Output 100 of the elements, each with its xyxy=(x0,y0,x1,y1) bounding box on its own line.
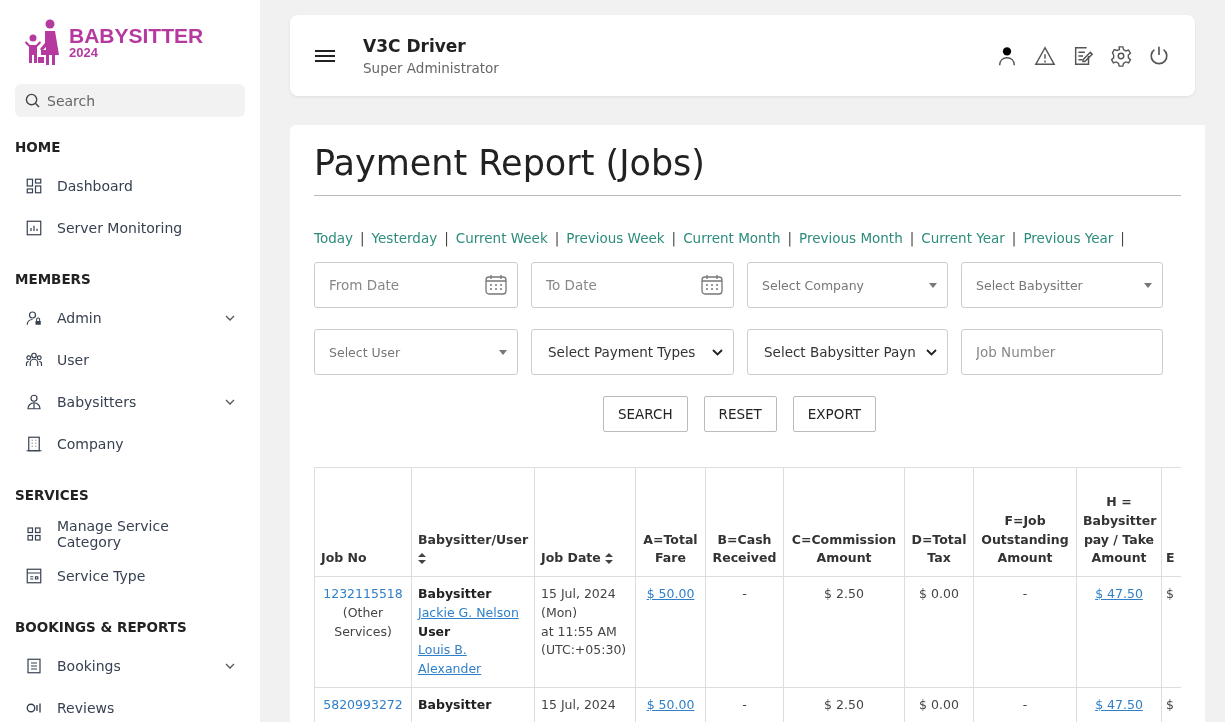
separator: | xyxy=(671,230,677,246)
nav-item[interactable]: Dashboard xyxy=(15,165,245,207)
nav-item[interactable]: Reviews xyxy=(15,687,245,722)
date-range-link[interactable]: Previous Week xyxy=(566,230,665,246)
calendar-icon[interactable] xyxy=(485,274,507,295)
nav-item[interactable]: User xyxy=(15,339,245,381)
column-header: D=Total Tax xyxy=(904,467,974,577)
dropdown[interactable]: Select Babysitter Payn xyxy=(747,329,948,375)
date-range-link[interactable]: Today xyxy=(314,230,354,246)
column-header[interactable]: Job Date xyxy=(534,467,636,577)
cell-text: - xyxy=(742,586,747,601)
table-link[interactable]: 1232115518 xyxy=(323,585,403,604)
chevron-icon xyxy=(225,399,235,405)
action-button[interactable]: RESET xyxy=(703,396,777,432)
action-button[interactable]: SEARCH xyxy=(602,396,688,432)
column-header: E xyxy=(1161,467,1181,577)
column-header: A=Total Fare xyxy=(635,467,706,577)
input-field[interactable]: Job Number xyxy=(961,329,1163,375)
users-icon xyxy=(25,351,43,369)
cell-text: (Other Services) xyxy=(334,604,392,639)
date-range-link[interactable]: Current Year xyxy=(921,230,1005,246)
cell-text: $ 2.50 xyxy=(824,586,864,601)
edit-icon[interactable] xyxy=(1072,44,1094,67)
chevron-icon xyxy=(225,663,235,669)
search-field[interactable]: Search xyxy=(15,84,245,117)
person-icon xyxy=(25,393,43,411)
cell-label: User xyxy=(418,623,451,639)
chevron-icon xyxy=(712,348,723,356)
date-range-link[interactable]: Current Month xyxy=(683,230,781,246)
cell-text: - xyxy=(1022,586,1028,601)
nav-item[interactable]: Admin xyxy=(15,297,245,339)
column-header: F=Job Outstanding Amount xyxy=(973,467,1077,577)
cell-label: Babysitter xyxy=(418,696,492,712)
dropdown[interactable]: Select Company xyxy=(747,262,948,308)
dropdown[interactable]: Select Payment Types xyxy=(531,329,734,375)
nav-item[interactable]: Babysitters xyxy=(15,381,245,423)
table-link[interactable]: Jackie G. Nelson xyxy=(418,603,519,623)
separator: | xyxy=(1011,230,1017,246)
nav-item[interactable]: Manage Service Category xyxy=(15,513,245,555)
page-title: Payment Report (Jobs) xyxy=(314,143,1181,196)
cell-text: - xyxy=(1022,696,1028,712)
caret-icon xyxy=(929,282,937,288)
caret-icon xyxy=(1144,282,1152,288)
date-range-link[interactable]: Previous Month xyxy=(799,230,903,246)
cell-text: at 11:55 AM (UTC:+05:30) xyxy=(541,623,627,658)
dropdown[interactable]: Select User xyxy=(314,329,518,375)
cell-text: - xyxy=(742,696,747,712)
column-header: C=Commission Amount xyxy=(783,467,905,577)
date-range-link[interactable]: Previous Year xyxy=(1023,230,1114,246)
nav-item[interactable]: Service Type xyxy=(15,555,245,597)
building-icon xyxy=(25,435,43,453)
date-range-link[interactable]: Yesterday xyxy=(371,230,438,246)
chevron-icon xyxy=(225,315,235,321)
column-header[interactable]: Babysitter/User xyxy=(411,467,535,577)
power-icon[interactable] xyxy=(1148,44,1170,67)
separator: | xyxy=(909,230,915,246)
cell-text: 15 Jul, 2024 (Mon) xyxy=(541,586,616,620)
separator: | xyxy=(1120,230,1125,246)
user-role: Super Administrator xyxy=(363,59,500,76)
nav-item[interactable]: Company xyxy=(15,423,245,465)
column-header: B=Cash Received xyxy=(705,467,784,577)
table-link[interactable]: Louis B. Alexander xyxy=(418,641,528,679)
date-field[interactable]: To Date xyxy=(531,262,734,308)
search-icon xyxy=(25,93,40,108)
dashboard-icon xyxy=(25,177,43,195)
calendar-icon[interactable] xyxy=(701,274,723,295)
menu-icon[interactable] xyxy=(315,48,335,63)
cell-text: $ 0.00 xyxy=(919,696,959,712)
separator: | xyxy=(554,230,560,246)
table-link[interactable]: $ 50.00 xyxy=(646,585,695,604)
sort-icon xyxy=(605,553,614,565)
separator: | xyxy=(787,230,793,246)
grid-icon xyxy=(25,525,43,543)
warning-icon[interactable] xyxy=(1034,44,1056,67)
action-button[interactable]: EXPORT xyxy=(792,396,877,432)
profile-icon[interactable] xyxy=(996,44,1018,67)
user-name: V3C Driver xyxy=(363,35,467,56)
sort-icon xyxy=(418,553,426,565)
section-heading: SERVICES xyxy=(15,487,90,503)
date-field[interactable]: From Date xyxy=(314,262,518,308)
cell-text: 15 Jul, 2024 xyxy=(541,696,616,712)
separator: | xyxy=(360,230,365,246)
section-heading: HOME xyxy=(15,139,62,155)
table-link[interactable]: $ 47.50 xyxy=(1095,585,1143,604)
cell-text: $ xyxy=(1166,586,1174,601)
document-icon xyxy=(25,657,43,675)
separator: | xyxy=(444,230,449,246)
dropdown[interactable]: Select Babysitter xyxy=(961,262,1163,308)
column-header: Job No xyxy=(314,467,412,577)
nav-item[interactable]: Bookings xyxy=(15,645,245,687)
section-heading: MEMBERS xyxy=(15,271,92,287)
date-range-link[interactable]: Current Week xyxy=(455,230,548,246)
settings-icon[interactable] xyxy=(1110,44,1132,67)
nav-item[interactable]: Server Monitoring xyxy=(15,207,245,249)
cell-text: $ 2.50 xyxy=(824,696,864,712)
cell-label: Babysitter xyxy=(418,586,492,601)
column-header: H = Babysitter pay / Take Amount xyxy=(1076,467,1162,577)
cell-text: $ xyxy=(1166,696,1174,712)
user-lock-icon xyxy=(25,309,43,327)
brand-name: BABYSITTER xyxy=(69,25,204,46)
